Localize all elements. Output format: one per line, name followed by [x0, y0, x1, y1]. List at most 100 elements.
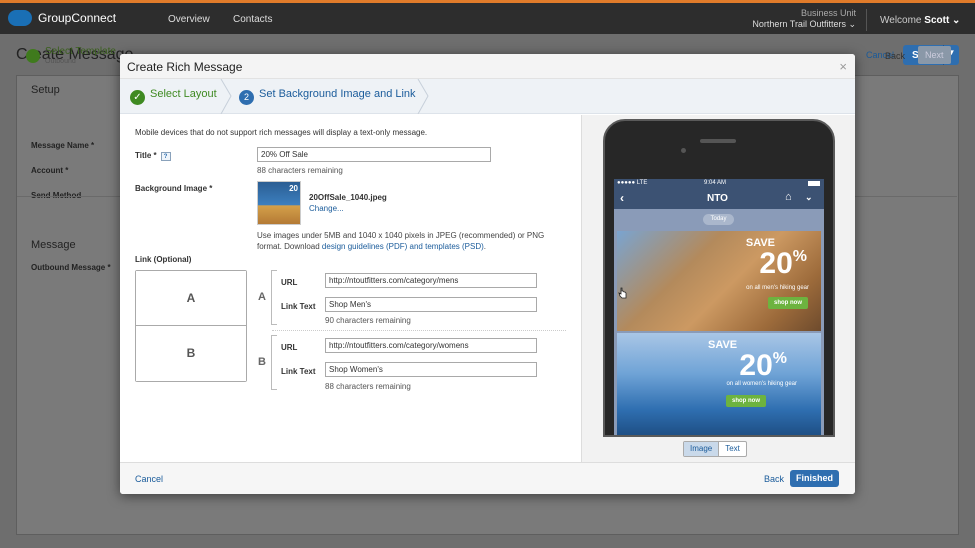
layout-region-b[interactable]: B: [136, 326, 246, 381]
link-text-a-remaining: 90 characters remaining: [325, 316, 411, 325]
status-bar: ●●●●● LTE 9:04 AM: [614, 179, 824, 188]
url-a-input[interactable]: [325, 273, 537, 288]
promo-number: 20: [759, 247, 793, 280]
outbound-message-label: Outbound Message *: [31, 263, 111, 272]
guidelines-link[interactable]: design guidelines (PDF) and templates (P…: [322, 242, 484, 251]
change-image-link[interactable]: Change...: [309, 204, 344, 213]
title-input[interactable]: [257, 147, 491, 162]
top-bar: GroupConnect Overview Contacts Business …: [0, 0, 975, 34]
create-rich-message-modal: Create Rich Message × ✓ Select Layout 2 Se…: [120, 54, 855, 494]
signal-status: ●●●●● LTE: [617, 180, 648, 186]
account-label: Account *: [31, 166, 69, 175]
promo-discount: 20%: [739, 349, 787, 383]
preview-toggle: Image Text: [683, 441, 747, 457]
region-b-marker: B: [258, 356, 266, 368]
app-bar: ‹ NTO ⌂ ⌄: [614, 188, 824, 209]
step1-label: Select Layout: [150, 88, 217, 100]
salesforce-cloud-icon: [8, 10, 32, 26]
promo-percent: %: [772, 350, 787, 367]
url-b-input[interactable]: [325, 338, 537, 353]
title-label-text: Title *: [135, 151, 157, 160]
thumbnail-badge: 20: [289, 184, 298, 193]
phone-frame: ●●●●● LTE 9:04 AM ‹ NTO ⌂ ⌄ Today SAVE 2…: [603, 119, 835, 437]
phone-speaker: [700, 139, 736, 143]
link-text-a-label: Link Text: [281, 302, 316, 311]
form-area: Mobile devices that do not support rich …: [120, 115, 581, 462]
help-icon[interactable]: ?: [160, 152, 171, 161]
chevron-down-icon: ⌄: [805, 192, 813, 202]
welcome-text: Welcome: [880, 15, 922, 26]
toggle-image[interactable]: Image: [684, 442, 720, 456]
message-heading: Message: [31, 239, 76, 251]
link-text-b-label: Link Text: [281, 367, 316, 376]
url-b-label: URL: [281, 343, 298, 352]
shop-now-button[interactable]: shop now: [768, 297, 808, 309]
wizard-step-background[interactable]: 2 Set Background Image and Link: [239, 88, 416, 105]
url-a-label: URL: [281, 278, 298, 287]
back-chevron-icon: ‹: [620, 191, 624, 205]
link-text-b-input[interactable]: [325, 362, 537, 377]
divider: [272, 330, 566, 331]
nav-overview[interactable]: Overview: [168, 14, 210, 25]
promo-a-subtitle: on all men's hiking gear: [746, 285, 809, 291]
title-remaining: 88 characters remaining: [257, 166, 343, 175]
title-label: Title *?: [135, 151, 171, 161]
divider: [866, 9, 867, 31]
bracket: [271, 270, 277, 325]
guidelines-end: .: [483, 242, 487, 251]
promo-image-a: SAVE 20% on all men's hiking gear shop n…: [617, 231, 821, 331]
step-number-badge: 2: [239, 90, 254, 105]
app-brand: GroupConnect: [38, 11, 117, 25]
back-button[interactable]: Back: [764, 474, 784, 484]
chevron-right-icon: [220, 79, 232, 114]
layout-preview: A B: [135, 270, 247, 382]
modal-header: Create Rich Message ×: [120, 54, 855, 79]
promo-save: SAVE: [708, 339, 738, 351]
message-name-label: Message Name *: [31, 141, 95, 150]
promo-percent: %: [792, 248, 807, 265]
nav-contacts[interactable]: Contacts: [233, 14, 272, 25]
user-name: Scott ⌄: [924, 15, 961, 26]
finished-button[interactable]: Finished: [790, 470, 839, 487]
page-next-button[interactable]: Next: [918, 46, 951, 64]
promo-image-b: SAVE 20% on all women's hiking gear shop…: [617, 333, 821, 435]
link-text-a-input[interactable]: [325, 297, 537, 312]
region-a-marker: A: [258, 291, 266, 303]
promo-b-subtitle: on all women's hiking gear: [726, 381, 797, 387]
business-unit-select[interactable]: Northern Trail Outfitters ⌄: [752, 19, 856, 30]
shop-now-button[interactable]: shop now: [726, 395, 766, 407]
chat-area: Today SAVE 20% on all men's hiking gear …: [614, 209, 824, 435]
link-text-b-remaining: 88 characters remaining: [325, 382, 411, 391]
promo-number: 20: [739, 349, 773, 382]
step2-label: Set Background Image and Link: [259, 88, 416, 100]
chevron-right-icon: [417, 79, 429, 114]
business-unit-label: Business Unit: [800, 8, 856, 18]
background-image-label: Background Image *: [135, 184, 213, 193]
battery-icon: [808, 181, 820, 186]
home-icon: ⌂: [785, 191, 792, 203]
user-menu[interactable]: Welcome Scott ⌄: [880, 15, 960, 26]
hand-cursor-icon: [618, 287, 627, 299]
phone-camera: [681, 148, 686, 153]
cancel-button[interactable]: Cancel: [135, 474, 163, 484]
file-name: 20OffSale_1040.jpeg: [309, 193, 387, 202]
wizard-step-select-layout[interactable]: ✓ Select Layout: [130, 88, 217, 105]
bracket: [271, 335, 277, 390]
clock: 9:04 AM: [704, 180, 727, 186]
background-image-thumbnail[interactable]: 20: [257, 181, 301, 225]
page-step-sub: Outbound: [45, 58, 76, 65]
app-bar-title: NTO: [707, 193, 728, 204]
wizard-steps: ✓ Select Layout 2 Set Background Image and…: [120, 79, 855, 114]
modal-title: Create Rich Message: [127, 60, 243, 74]
page-step-label: Select Template: [45, 46, 116, 57]
image-guidelines: Use images under 5MB and 1040 x 1040 pix…: [257, 230, 567, 252]
info-text: Mobile devices that do not support rich …: [135, 128, 428, 137]
page-back-button[interactable]: Back: [885, 51, 905, 61]
layout-region-a[interactable]: A: [136, 271, 246, 326]
check-circle-icon: ✓: [130, 90, 145, 105]
modal-footer: Cancel Back Finished: [120, 462, 855, 494]
phone-screen: ●●●●● LTE 9:04 AM ‹ NTO ⌂ ⌄ Today SAVE 2…: [614, 179, 824, 435]
promo-discount: 20%: [759, 247, 807, 281]
close-icon[interactable]: ×: [839, 59, 847, 74]
toggle-text[interactable]: Text: [719, 442, 746, 456]
